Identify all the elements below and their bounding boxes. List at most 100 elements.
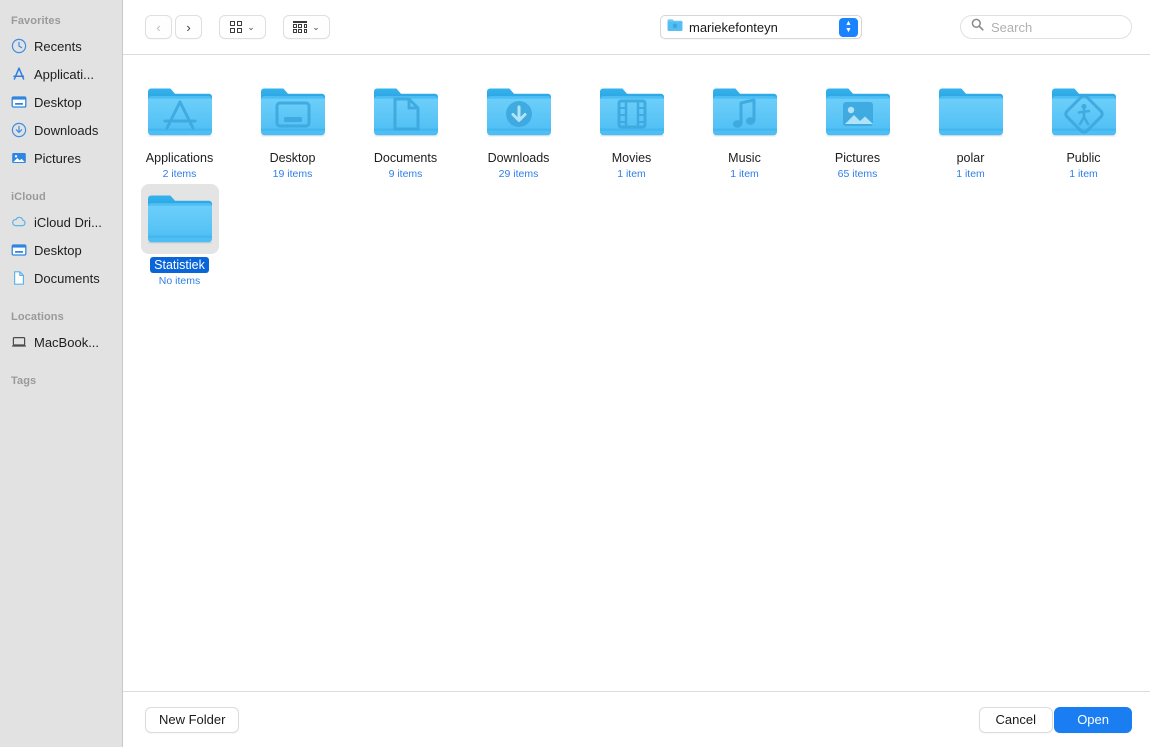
sidebar-item-label: Downloads (34, 122, 99, 138)
file-item[interactable]: Statistiek No items (123, 180, 236, 287)
file-name: Downloads (487, 151, 550, 165)
path-label: mariekefonteyn (689, 19, 778, 35)
laptop-icon (11, 334, 27, 350)
chevron-right-icon: › (186, 19, 191, 35)
file-name: Documents (373, 151, 438, 165)
file-item-count: 9 items (388, 168, 423, 180)
sidebar-item-label: iCloud Dri... (34, 214, 102, 230)
back-button[interactable]: ‹ (145, 15, 172, 39)
file-item-count: 1 item (1069, 168, 1098, 180)
file-grid: Applications 2 items Desktop 19 items Docume… (123, 55, 1150, 287)
sidebar-section-header: Tags (11, 375, 37, 387)
chevron-left-icon: ‹ (156, 19, 161, 35)
sidebar-section-header: Locations (11, 311, 64, 323)
file-item-count: 1 item (730, 168, 759, 180)
sidebar-item-label: Applicati... (34, 66, 94, 82)
sidebar-item-applicati[interactable]: Applicati... (0, 60, 122, 88)
folder-icon (367, 77, 445, 147)
open-file-dialog: Favorites Recents Applicati... Desktop Downl… (0, 0, 1150, 747)
icon-view-button[interactable]: ⌄ (219, 15, 266, 39)
forward-button[interactable]: › (175, 15, 202, 39)
app-store-icon (11, 66, 27, 82)
file-item-count: 2 items (162, 168, 197, 180)
file-item-count: 19 items (272, 168, 313, 180)
folder-icon (1045, 77, 1123, 147)
folder-icon (706, 77, 784, 147)
download-icon (11, 122, 27, 138)
chevron-down-icon: ⌄ (247, 21, 255, 32)
cloud-icon (11, 214, 27, 230)
document-icon (11, 270, 27, 286)
search-icon (971, 18, 984, 36)
file-item[interactable]: Applications 2 items (123, 73, 236, 180)
grid-view-icon (230, 21, 243, 33)
file-name: Public (1066, 151, 1101, 165)
file-name: Music (728, 151, 761, 165)
sidebar-item-recents[interactable]: Recents (0, 32, 122, 60)
dialog-main: ‹ › ⌄ ⌄ mariekefonteyn ▲ ▼ Search Applic… (123, 0, 1150, 747)
file-name: polar (956, 151, 985, 165)
folder-icon (140, 184, 219, 254)
file-item[interactable]: Public 1 item (1027, 73, 1140, 180)
file-item[interactable]: Desktop 19 items (236, 73, 349, 180)
photo-icon (11, 150, 27, 166)
sidebar-item-label: Documents (34, 270, 100, 286)
folder-icon (593, 77, 671, 147)
file-browser-area[interactable]: Applications 2 items Desktop 19 items Docume… (123, 55, 1150, 691)
sidebar-section-header: Favorites (11, 15, 61, 27)
file-name: Statistiek (150, 257, 209, 273)
sidebar-section-gap (0, 292, 122, 306)
desktop-icon (11, 94, 27, 110)
search-placeholder: Search (991, 19, 1033, 35)
desktop-icon (11, 242, 27, 258)
sidebar-item-label: MacBook... (34, 334, 100, 350)
sidebar-item-label: Pictures (34, 150, 81, 166)
sidebar-item-label: Desktop (34, 94, 82, 110)
path-popup-button[interactable]: mariekefonteyn ▲ ▼ (660, 15, 862, 39)
sidebar-item-label: Desktop (34, 242, 82, 258)
file-name: Movies (611, 151, 652, 165)
file-item[interactable]: Pictures 65 items (801, 73, 914, 180)
file-name: Applications (145, 151, 214, 165)
sidebar-item-macbook[interactable]: MacBook... (0, 328, 122, 356)
file-item-count: 29 items (498, 168, 539, 180)
chevron-down-icon: ⌄ (312, 21, 320, 32)
file-item[interactable]: Music 1 item (688, 73, 801, 180)
home-folder-icon (667, 18, 683, 37)
open-button[interactable]: Open (1054, 706, 1132, 733)
folder-icon (254, 77, 332, 147)
search-field[interactable]: Search (960, 15, 1132, 39)
folder-icon (819, 77, 897, 147)
sidebar-item-pictures[interactable]: Pictures (0, 144, 122, 172)
toolbar: ‹ › ⌄ ⌄ mariekefonteyn ▲ ▼ Search (123, 0, 1150, 55)
folder-icon (480, 77, 558, 147)
path-stepper-icon: ▲ ▼ (839, 18, 858, 37)
file-name: Desktop (269, 151, 316, 165)
sidebar-section-gap (0, 172, 122, 186)
sidebar-item-desktop[interactable]: Desktop (0, 236, 122, 264)
sidebar-section-header: iCloud (11, 191, 46, 203)
cancel-button[interactable]: Cancel (978, 706, 1053, 733)
sidebar-item-label: Recents (34, 38, 82, 54)
gallery-view-icon (293, 21, 308, 33)
clock-icon (11, 38, 27, 54)
sidebar-item-icloud-dri[interactable]: iCloud Dri... (0, 208, 122, 236)
sidebar: Favorites Recents Applicati... Desktop Downl… (0, 0, 123, 747)
file-item[interactable]: Movies 1 item (575, 73, 688, 180)
nav-buttons: ‹ › (145, 15, 202, 39)
file-item[interactable]: Documents 9 items (349, 73, 462, 180)
sidebar-item-desktop[interactable]: Desktop (0, 88, 122, 116)
file-item[interactable]: polar 1 item (914, 73, 1027, 180)
sidebar-section-gap (0, 392, 122, 406)
folder-icon (141, 77, 219, 147)
sidebar-section-gap (0, 356, 122, 370)
sidebar-item-downloads[interactable]: Downloads (0, 116, 122, 144)
file-item-count: 1 item (956, 168, 985, 180)
file-item-count: 1 item (617, 168, 646, 180)
folder-icon (932, 77, 1010, 147)
gallery-view-button[interactable]: ⌄ (283, 15, 330, 39)
dialog-footer: New Folder Cancel Open (123, 691, 1150, 747)
file-item[interactable]: Downloads 29 items (462, 73, 575, 180)
new-folder-button[interactable]: New Folder (145, 706, 240, 733)
sidebar-item-documents[interactable]: Documents (0, 264, 122, 292)
